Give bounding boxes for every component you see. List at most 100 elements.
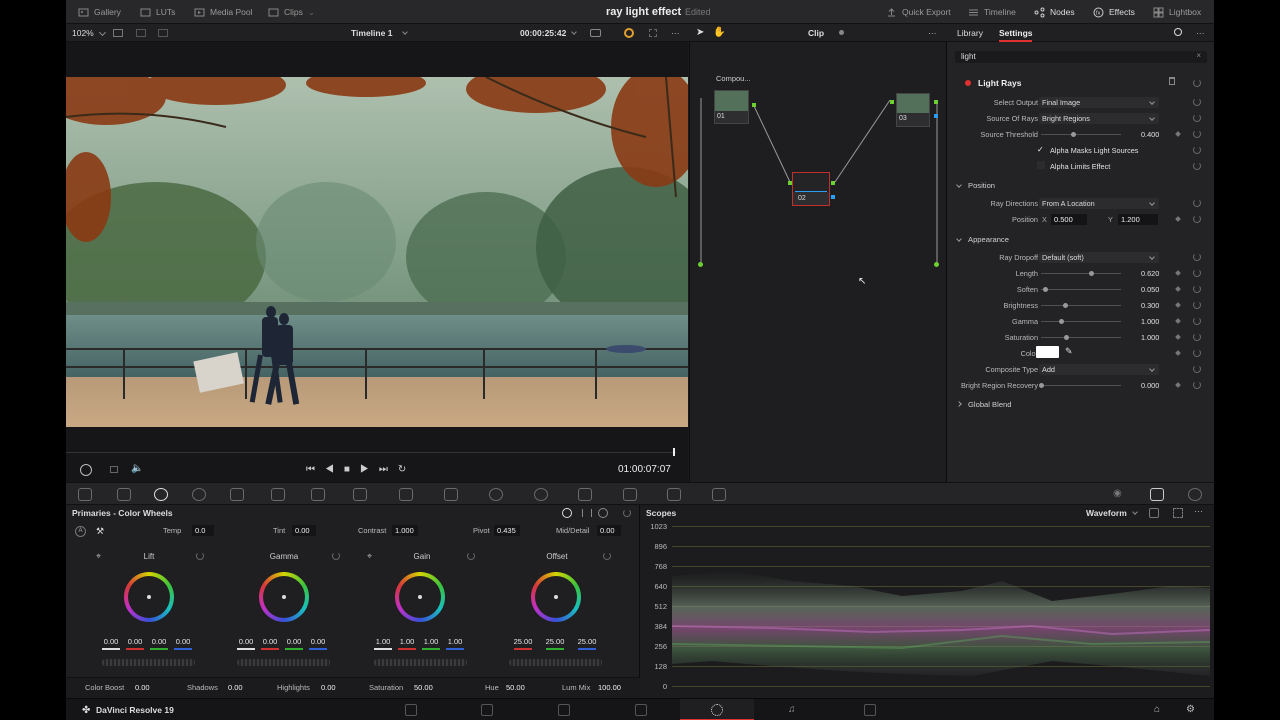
soften-slider[interactable] [1041,287,1121,292]
alpha-masks-checkbox[interactable]: ✓ [1037,145,1045,154]
node-02-input[interactable] [788,181,792,185]
gain-g-value[interactable]: 1.00 [421,637,441,646]
fairlight-page-icon[interactable]: ♫ [788,704,796,715]
split-view-icon[interactable] [136,29,146,37]
qualifier-icon[interactable] [399,488,413,501]
brightness-value[interactable]: 0.300 [1141,301,1159,310]
picker-icon[interactable]: ⌖ [96,551,101,562]
loop-icon[interactable] [110,466,118,473]
reset-source-of-rays-icon[interactable] [1193,114,1201,122]
keyframe-icon[interactable] [1175,270,1181,276]
position-section-title[interactable]: Position [968,181,995,190]
edit-page-icon[interactable] [558,704,570,716]
gamma-slider[interactable] [1041,319,1121,324]
reset-ray-dropoff-icon[interactable] [1193,253,1201,261]
sizing-icon[interactable] [712,488,726,501]
gamma-g-value[interactable]: 0.00 [284,637,304,646]
luts-button[interactable]: LUTs [140,0,175,24]
gain-y-value[interactable]: 1.00 [373,637,393,646]
position-y-field[interactable]: 1.200 [1118,214,1158,225]
clip-view-icon[interactable] [590,29,601,37]
primaries-mode-icon[interactable] [562,508,572,518]
eyedropper-icon[interactable]: ✎ [1065,346,1073,357]
reset-composite-type-icon[interactable] [1193,365,1201,373]
reset-lift-icon[interactable] [196,552,204,560]
middetail-field[interactable]: 0.00 [597,525,621,536]
gamma-value[interactable]: 1.000 [1141,317,1159,326]
reverse-icon[interactable]: ◀ [325,464,344,475]
offset-r-value[interactable]: 25.00 [512,637,534,646]
soften-knob[interactable] [1043,287,1048,292]
wipe-view-icon[interactable] [158,29,168,37]
blur-icon[interactable] [623,488,637,501]
lightbox-button[interactable]: Lightbox [1153,0,1201,24]
position-x-field[interactable]: 0.500 [1051,214,1087,225]
lift-y-value[interactable]: 0.00 [101,637,121,646]
nodes-button[interactable]: Nodes [1034,0,1075,24]
eyedropper-tool-icon[interactable] [444,488,458,501]
node-01[interactable]: 01 [714,90,749,124]
soften-value[interactable]: 0.050 [1141,285,1159,294]
temp-field[interactable]: 0.0 [192,525,214,536]
clip-mode-select[interactable]: Clip [808,24,824,42]
keyframe-icon[interactable] [1175,382,1181,388]
node-01-output[interactable] [752,103,756,107]
magic-mask-icon[interactable] [578,488,592,501]
reset-gamma-wheel-icon[interactable] [332,552,340,560]
chevron-down-icon[interactable] [956,236,962,242]
media-pool-button[interactable]: Media Pool [194,0,253,24]
scope-options-icon[interactable]: ⋯ [1194,506,1203,517]
reset-soften-icon[interactable] [1193,285,1201,293]
global-blend-section-title[interactable]: Global Blend [968,400,1011,409]
more-options-icon[interactable]: ⋯ [671,24,680,42]
length-knob[interactable] [1088,271,1094,276]
curves-icon[interactable] [311,488,325,501]
lift-b-value[interactable]: 0.00 [173,637,193,646]
chevron-right-icon[interactable] [956,401,962,407]
reset-source-threshold-icon[interactable] [1193,130,1201,138]
length-value[interactable]: 0.620 [1141,269,1159,278]
lift-master-wheel[interactable] [102,659,195,666]
keyframe-icon[interactable] [1175,350,1181,356]
reset-select-output-icon[interactable] [1193,98,1201,106]
keyframe-icon[interactable] [1175,334,1181,340]
home-icon[interactable]: ⌂ [1154,704,1160,715]
gain-master-wheel[interactable] [374,659,467,666]
gain-b-value[interactable]: 1.00 [445,637,465,646]
gain-wheel[interactable] [395,572,445,622]
bars-mode-icon[interactable] [582,509,592,517]
gamma-b-value[interactable]: 0.00 [308,637,328,646]
tab-library[interactable]: Library [957,24,983,42]
reset-gain-icon[interactable] [467,552,475,560]
node-options-icon[interactable]: ⋯ [928,24,937,42]
clip-mode-icon[interactable] [80,464,92,476]
fusion-page-icon[interactable] [635,704,647,716]
reset-effect-icon[interactable] [1193,79,1201,87]
window-icon[interactable] [489,488,503,501]
effect-enable-icon[interactable] [965,80,971,86]
clips-button[interactable]: Clips ⌄ [268,0,315,24]
gamma-r-value[interactable]: 0.00 [260,637,280,646]
offset-b-value[interactable]: 25.00 [576,637,598,646]
motion-effects-icon[interactable] [271,488,285,501]
lummix-field[interactable]: 100.00 [595,682,627,693]
node-editor[interactable]: Compou... 01 02 03 ↖ [689,42,945,482]
auto-balance-icon[interactable]: A [75,526,86,537]
gear-icon[interactable]: ⚙ [1186,704,1195,715]
gamma-wheel-puck[interactable] [282,595,286,599]
clear-search-icon[interactable]: × [1196,51,1201,60]
gallery-button[interactable]: Gallery [78,0,121,24]
scope-mode-select[interactable]: Waveform [1086,508,1127,518]
node-02[interactable]: 02 [792,172,830,206]
gain-wheel-puck[interactable] [418,595,422,599]
stop-icon[interactable]: ■ [344,464,360,475]
ray-directions-dropdown[interactable]: From A Location [1039,198,1159,209]
playhead[interactable] [673,448,675,456]
bright-region-recovery-slider[interactable] [1039,383,1121,388]
reset-color-icon[interactable] [1193,349,1201,357]
output-node[interactable] [934,262,939,267]
zoom-select[interactable]: 102% [72,24,94,42]
source-threshold-value[interactable]: 0.400 [1141,130,1159,139]
color-swatch[interactable] [1036,346,1059,358]
keyframe-icon[interactable] [1175,286,1181,292]
